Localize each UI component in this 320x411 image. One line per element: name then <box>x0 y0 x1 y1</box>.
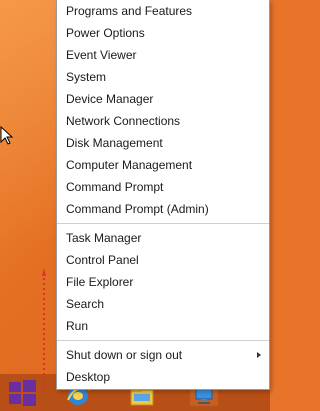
menu-item-device-manager[interactable]: Device Manager <box>57 88 269 110</box>
power-user-menu: Programs and Features Power Options Even… <box>56 0 270 390</box>
menu-item-label: Shut down or sign out <box>66 348 183 362</box>
desktop-light-stripe <box>0 0 60 411</box>
menu-item-event-viewer[interactable]: Event Viewer <box>57 44 269 66</box>
menu-item-search[interactable]: Search <box>57 293 269 315</box>
mouse-cursor-icon <box>0 126 14 145</box>
menu-separator <box>57 223 269 224</box>
menu-item-shut-down-or-sign-out[interactable]: Shut down or sign out <box>57 344 269 366</box>
menu-item-network-connections[interactable]: Network Connections <box>57 110 269 132</box>
menu-item-command-prompt[interactable]: Command Prompt <box>57 176 269 198</box>
submenu-arrow-icon <box>257 352 261 358</box>
windows-start-icon[interactable] <box>6 377 38 409</box>
annotation-arrow-icon <box>42 268 46 390</box>
menu-item-desktop[interactable]: Desktop <box>57 366 269 388</box>
menu-separator <box>57 340 269 341</box>
menu-item-run[interactable]: Run <box>57 315 269 337</box>
menu-item-programs-and-features[interactable]: Programs and Features <box>57 0 269 22</box>
menu-item-control-panel[interactable]: Control Panel <box>57 249 269 271</box>
menu-item-power-options[interactable]: Power Options <box>57 22 269 44</box>
menu-item-disk-management[interactable]: Disk Management <box>57 132 269 154</box>
menu-item-computer-management[interactable]: Computer Management <box>57 154 269 176</box>
menu-item-file-explorer[interactable]: File Explorer <box>57 271 269 293</box>
menu-item-task-manager[interactable]: Task Manager <box>57 227 269 249</box>
menu-item-system[interactable]: System <box>57 66 269 88</box>
menu-item-command-prompt-admin[interactable]: Command Prompt (Admin) <box>57 198 269 220</box>
